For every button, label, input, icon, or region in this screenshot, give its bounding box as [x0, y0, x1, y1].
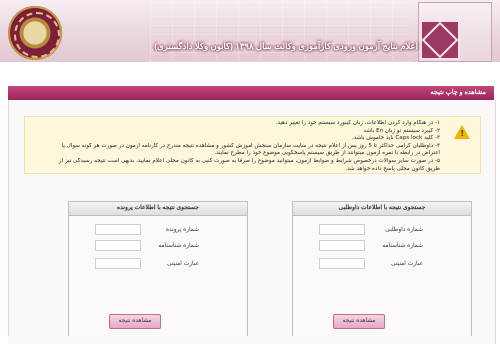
- applicant-captcha-input[interactable]: [319, 258, 365, 269]
- notice-line-4: ۴- داوطلبان گرامی حداکثر تا 5 روز پس از …: [61, 142, 440, 149]
- warning-mark: !: [460, 129, 464, 138]
- notice-line-5: اعتراض در رابطه با نمره آزمون میتوانند ا…: [214, 150, 440, 157]
- notice-line-6: ۵- در صورت سایر سوالات درخصوص شرایط و ضو…: [58, 157, 440, 164]
- applicant-number-input[interactable]: [319, 224, 365, 235]
- applicant-id-input[interactable]: [319, 240, 365, 251]
- section-title: مشاهده و چاپ نتیجه: [430, 89, 486, 96]
- page-title: اعلام نتایج آزمون ورودی کارآموزی وکالت س…: [154, 41, 418, 51]
- logo-inner-shape: [421, 21, 459, 59]
- notice-line-1: ۱- در هنگام وارد کردن اطلاعات، زبان کیبو…: [275, 120, 440, 126]
- applicant-captcha-label: عبارت امنیتی: [391, 261, 423, 267]
- notice-line-7: طریق کانون محلی پاسخ داده خواهد شد.: [345, 165, 440, 172]
- header-pattern: [150, 0, 410, 62]
- site-header: اعلام نتایج آزمون ورودی کارآموزی وکالت س…: [0, 0, 500, 62]
- emblem-ring: [14, 12, 60, 58]
- notice-line-3: ۳- کلید Caps lock باید خاموش باشد.: [351, 135, 440, 142]
- case-captcha-input[interactable]: [95, 258, 141, 269]
- case-number-input[interactable]: [95, 224, 141, 235]
- case-id-input[interactable]: [95, 240, 141, 251]
- notice-line-2: ۲- کیبرد سیستم تو زبان En باشد: [363, 127, 440, 134]
- applicant-id-label: شماره شناسنامه: [382, 243, 423, 249]
- case-view-result-button[interactable]: مشاهده نتیجه: [109, 314, 161, 329]
- case-id-label: شماره شناسنامه: [158, 243, 199, 249]
- applicant-view-result-button[interactable]: مشاهده نتیجه: [333, 314, 385, 329]
- applicant-panel-title: جستجوی نتیجه با اطلاعات داوطلبی: [293, 202, 471, 216]
- section-bar: مشاهده و چاپ نتیجه: [8, 86, 494, 100]
- notice-box: ! ۱- در هنگام وارد کردن اطلاعات، زبان کی…: [24, 116, 481, 174]
- case-number-label: شماره پرونده: [166, 227, 199, 233]
- applicant-search-panel: جستجوی نتیجه با اطلاعات داوطلبی شماره دا…: [292, 201, 472, 337]
- case-search-panel: جستجوی نتیجه با اطلاعات پرونده شماره پرو…: [68, 201, 248, 337]
- content-bottom: [8, 336, 494, 344]
- organization-logo-icon: [420, 20, 460, 60]
- case-captcha-label: عبارت امنیتی: [167, 261, 199, 267]
- notice-text: ۱- در هنگام وارد کردن اطلاعات، زبان کیبو…: [20, 120, 440, 173]
- applicant-number-label: شماره داوطلبی: [385, 227, 423, 233]
- case-panel-title: جستجوی نتیجه با اطلاعات پرونده: [69, 202, 247, 216]
